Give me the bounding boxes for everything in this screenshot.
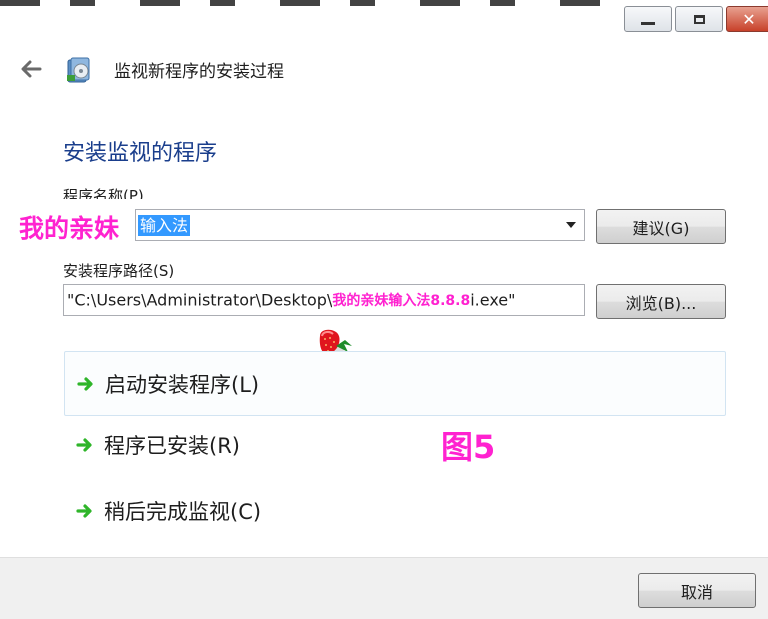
- background-window-remnant: [0, 0, 600, 6]
- path-overlay-text: 我的亲妹输入法8.8.8: [332, 292, 471, 309]
- title-bar: ✕: [0, 0, 768, 40]
- installer-path-input[interactable]: "C:\Users\Administrator\Desktop\我的亲妹输入法8…: [63, 284, 585, 316]
- option-label: 稍后完成监视(C): [104, 499, 262, 524]
- program-name-label: 程序名称(P): [63, 187, 144, 199]
- green-arrow-icon: [77, 376, 93, 391]
- installer-monitor-icon: [67, 57, 90, 83]
- option-launch-installer[interactable]: 启动安装程序(L): [64, 351, 726, 416]
- figure-label: 图5: [441, 428, 496, 466]
- minimize-icon: [641, 21, 655, 25]
- option-finish-later[interactable]: 稍后完成监视(C): [64, 478, 726, 543]
- maximize-icon: [693, 14, 705, 24]
- page-title: 监视新程序的安装过程: [114, 62, 284, 82]
- program-name-overlay-text: 我的亲妹: [19, 214, 120, 243]
- option-program-installed[interactable]: 程序已安装(R): [64, 412, 726, 477]
- option-label: 程序已安装(R): [104, 433, 240, 458]
- section-title: 安装监视的程序: [63, 141, 218, 166]
- maximize-button[interactable]: [675, 6, 723, 32]
- installer-path-label: 安装程序路径(S): [63, 262, 175, 280]
- program-name-selected-text: 输入法: [138, 215, 191, 236]
- back-arrow-icon: [21, 60, 42, 78]
- minimize-button[interactable]: [624, 6, 672, 32]
- close-button[interactable]: ✕: [726, 6, 768, 32]
- green-arrow-icon: [76, 437, 92, 452]
- back-button[interactable]: [16, 56, 46, 82]
- chevron-down-icon[interactable]: [566, 222, 576, 228]
- path-suffix: i.exe": [470, 290, 516, 310]
- close-icon: ✕: [742, 9, 756, 29]
- browse-button[interactable]: 浏览(B)...: [596, 284, 726, 319]
- path-prefix: "C:\Users\Administrator\Desktop\: [67, 290, 333, 310]
- cancel-button[interactable]: 取消: [638, 573, 756, 608]
- green-arrow-icon: [76, 503, 92, 518]
- option-label: 启动安装程序(L): [105, 372, 260, 397]
- program-name-combobox[interactable]: 输入法: [135, 209, 585, 241]
- suggest-button[interactable]: 建议(G): [596, 209, 726, 244]
